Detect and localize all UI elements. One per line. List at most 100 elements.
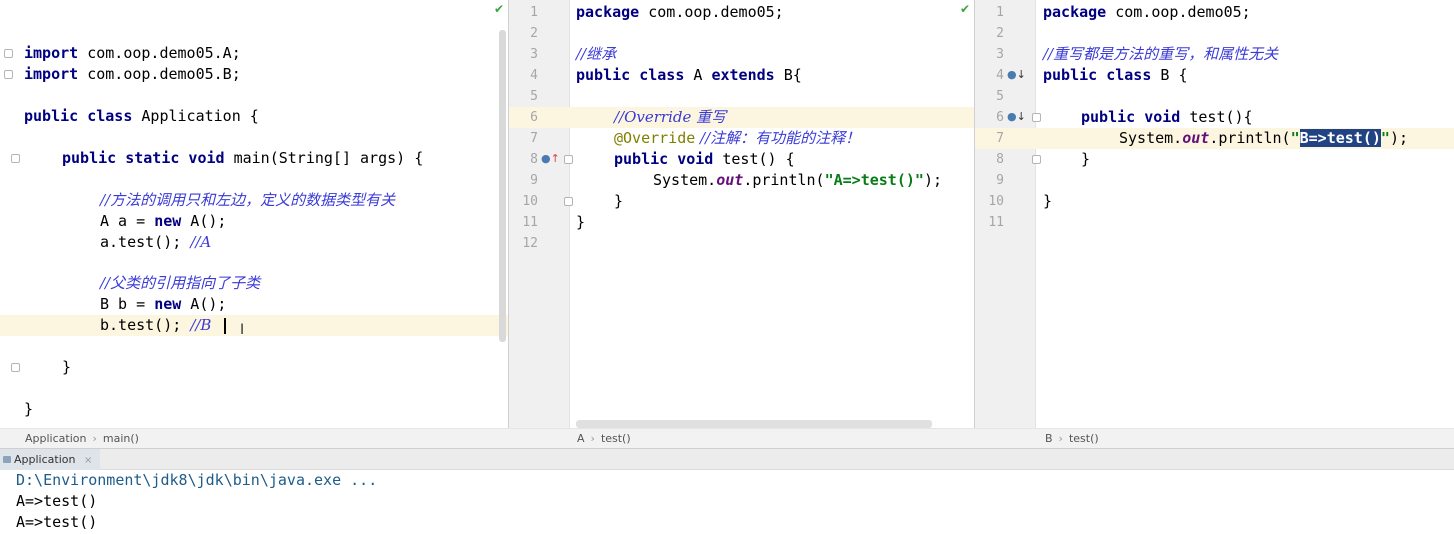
code-line[interactable]: import com.oop.demo05.B; bbox=[0, 64, 508, 85]
selected-text[interactable]: B=>test() bbox=[1299, 129, 1381, 147]
code-line[interactable]: 2 bbox=[508, 23, 974, 44]
code-line[interactable]: //方法的调用只和左边，定义的数据类型有关 bbox=[0, 190, 508, 211]
fold-icon[interactable] bbox=[1032, 113, 1041, 122]
code-line-current[interactable]: 6 //Override 重写 bbox=[508, 107, 974, 128]
code-line[interactable]: 1 package com.oop.demo05; bbox=[974, 2, 1454, 23]
code-text: ); bbox=[1389, 129, 1408, 147]
editor-application[interactable]: ✔ import com.oop.demo05.A; import com.oo… bbox=[0, 0, 508, 428]
code-line[interactable]: 8 ●↑ public void test() { bbox=[508, 149, 974, 170]
code-keyword: public void bbox=[614, 150, 714, 168]
code-line[interactable]: 5 bbox=[508, 86, 974, 107]
fold-icon[interactable] bbox=[1032, 155, 1041, 164]
code-line[interactable]: 2 bbox=[974, 23, 1454, 44]
code-field: out bbox=[716, 171, 744, 189]
line-number: 7 bbox=[530, 131, 538, 146]
line-number: 4 bbox=[996, 68, 1004, 83]
code-line[interactable]: 5 bbox=[974, 86, 1454, 107]
run-config-icon bbox=[3, 456, 11, 463]
code-comment: //注解：有功能的注释！ bbox=[695, 129, 861, 147]
code-text: b.test(); bbox=[100, 316, 191, 334]
run-tab-application[interactable]: Application × bbox=[0, 449, 101, 470]
fold-icon[interactable] bbox=[11, 154, 20, 163]
pane-divider[interactable] bbox=[508, 0, 509, 448]
line-number: 5 bbox=[996, 89, 1004, 104]
code-line[interactable]: 9 System.out.println("A=>test()"); bbox=[508, 170, 974, 191]
fold-icon[interactable] bbox=[4, 70, 13, 79]
code-line[interactable]: } bbox=[0, 357, 508, 378]
code-line[interactable]: 3 //继承 bbox=[508, 44, 974, 65]
overridden-down-icon[interactable]: ●↓ bbox=[1007, 68, 1026, 82]
code-line[interactable]: 6 ●↓ public void test(){ bbox=[974, 107, 1454, 128]
run-console[interactable]: D:\Environment\jdk8\jdk\bin\java.exe ...… bbox=[0, 470, 1454, 534]
code-comment: //B bbox=[190, 316, 212, 334]
code-text: .println( bbox=[1209, 129, 1291, 147]
code-line[interactable]: 12 bbox=[508, 233, 974, 254]
override-up-icon[interactable]: ●↑ bbox=[541, 152, 560, 166]
code-comment: //重写都是方法的重写，和属性无关 bbox=[1043, 45, 1279, 63]
code-line[interactable]: 10 } bbox=[508, 191, 974, 212]
code-line[interactable]: 10 } bbox=[974, 191, 1454, 212]
line-number: 10 bbox=[522, 194, 538, 209]
code-line[interactable]: 8 } bbox=[974, 149, 1454, 170]
line-number: 7 bbox=[996, 131, 1004, 146]
code-line-current[interactable]: 7 System.out.println("B=>test()"); bbox=[974, 128, 1454, 149]
code-keyword: import bbox=[24, 65, 79, 83]
code-line[interactable]: A a = new A(); bbox=[0, 211, 508, 232]
code-line[interactable]: 9 bbox=[974, 170, 1454, 191]
code-line[interactable]: 4 ●↓ public class B { bbox=[974, 65, 1454, 86]
code-line[interactable]: import com.oop.demo05.A; bbox=[0, 43, 508, 64]
overridden-down-icon[interactable]: ●↓ bbox=[1007, 110, 1026, 124]
fold-icon[interactable] bbox=[4, 49, 13, 58]
horizontal-scrollbar[interactable] bbox=[576, 420, 932, 428]
code-line[interactable]: 7 @Override //注解：有功能的注释！ bbox=[508, 128, 974, 149]
console-line: A=>test() bbox=[16, 513, 98, 531]
breadcrumb-item[interactable]: test() bbox=[601, 432, 631, 445]
code-keyword: public void bbox=[1081, 108, 1181, 126]
code-line[interactable]: 11 } bbox=[508, 212, 974, 233]
code-line-current[interactable]: b.test(); //B bbox=[0, 315, 508, 336]
fold-icon[interactable] bbox=[564, 155, 573, 164]
code-line[interactable]: //父类的引用指向了子类 bbox=[0, 273, 508, 294]
breadcrumb-item[interactable]: B bbox=[1045, 432, 1053, 445]
code-line[interactable]: a.test(); //A bbox=[0, 232, 508, 253]
code-text: Application { bbox=[132, 107, 259, 125]
code-line[interactable]: 11 bbox=[974, 212, 1454, 233]
close-icon[interactable]: × bbox=[84, 455, 92, 466]
code-string: " bbox=[1290, 129, 1300, 147]
code-keyword: public class bbox=[576, 66, 685, 84]
code-line[interactable]: 3 //重写都是方法的重写，和属性无关 bbox=[974, 44, 1454, 65]
code-line[interactable]: public class Application { bbox=[0, 106, 508, 127]
console-line[interactable]: D:\Environment\jdk8\jdk\bin\java.exe ... bbox=[16, 470, 377, 491]
fold-icon[interactable] bbox=[564, 197, 573, 206]
line-number: 3 bbox=[996, 47, 1004, 62]
code-line[interactable]: public static void main(String[] args) { bbox=[0, 148, 508, 169]
run-tab-bar: Application × bbox=[0, 448, 1454, 470]
code-text: main(String[] args) { bbox=[224, 149, 424, 167]
code-comment: //Override 重写 bbox=[614, 108, 727, 126]
code-line[interactable]: 4 public class A extends B{ bbox=[508, 65, 974, 86]
breadcrumb-item[interactable]: A bbox=[577, 432, 585, 445]
code-keyword: new bbox=[154, 295, 182, 313]
line-number: 1 bbox=[996, 5, 1004, 20]
code-text: } bbox=[62, 358, 72, 376]
editor-class-b[interactable]: 1 package com.oop.demo05; 2 3 //重写都是方法的重… bbox=[974, 0, 1454, 428]
vertical-scrollbar[interactable] bbox=[499, 30, 506, 342]
chevron-right-icon: › bbox=[590, 432, 595, 445]
code-line[interactable]: 1 package com.oop.demo05; bbox=[508, 2, 974, 23]
code-comment: //继承 bbox=[576, 45, 617, 63]
breadcrumb-item[interactable]: Application bbox=[25, 432, 86, 445]
code-keyword: new bbox=[154, 212, 182, 230]
code-comment: //A bbox=[190, 233, 212, 251]
code-comment: //方法的调用只和左边，定义的数据类型有关 bbox=[100, 191, 396, 209]
editor-class-a[interactable]: ✔ 1 package com.oop.demo05; 2 3 //继承 4 p… bbox=[508, 0, 974, 428]
fold-icon[interactable] bbox=[11, 363, 20, 372]
code-text: com.oop.demo05; bbox=[1106, 3, 1251, 21]
code-line[interactable]: } bbox=[0, 399, 508, 420]
breadcrumb-item[interactable]: main() bbox=[103, 432, 139, 445]
code-text: } bbox=[24, 400, 34, 418]
code-text: B{ bbox=[774, 66, 802, 84]
console-line: A=>test() bbox=[16, 492, 98, 510]
code-line[interactable]: B b = new A(); bbox=[0, 294, 508, 315]
pane-divider[interactable] bbox=[974, 0, 975, 448]
breadcrumb-item[interactable]: test() bbox=[1069, 432, 1099, 445]
